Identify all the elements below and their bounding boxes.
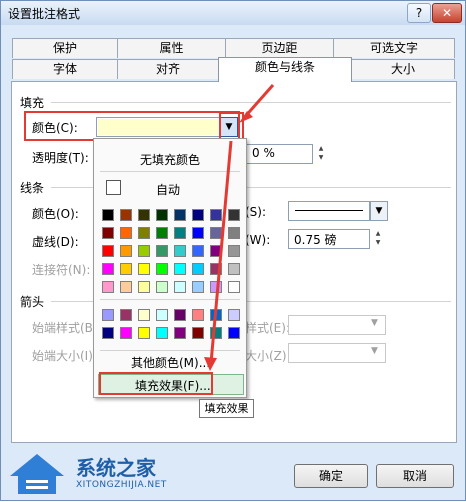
fill-effects-tooltip: 填充效果 — [199, 399, 254, 418]
arrow-head-icon — [239, 111, 253, 123]
annotation-arrows — [204, 84, 275, 371]
watermark-name: 系统之家 — [76, 456, 156, 480]
watermark: 系统之家 XITONGZHIJIA.NET — [0, 440, 200, 501]
watermark-url: XITONGZHIJIA.NET — [76, 480, 167, 490]
house-logo-icon — [10, 454, 64, 494]
arrow-head-icon — [204, 357, 217, 371]
arrow-to-fill-effects — [209, 140, 233, 364]
format-comment-dialog: 设置批注格式 ? ✕ 保护 属性 页边距 可选文字 字体 对齐 颜色与线条 大小… — [0, 0, 466, 501]
